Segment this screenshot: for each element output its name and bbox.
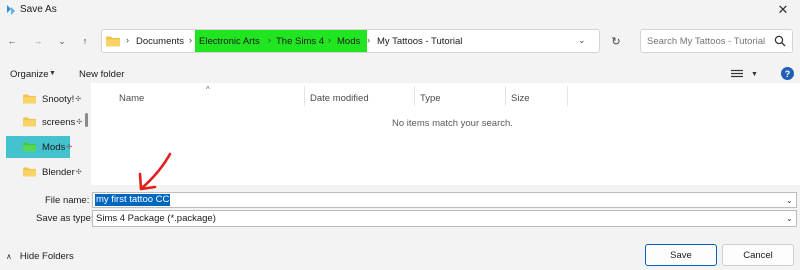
- sidebar-item-mods[interactable]: Mods ✣: [6, 138, 84, 156]
- hide-folders-button[interactable]: ∧ Hide Folders: [6, 251, 74, 262]
- column-header-date-modified[interactable]: Date modified: [310, 93, 369, 104]
- close-button[interactable]: ✕: [770, 1, 796, 19]
- help-icon[interactable]: ?: [781, 67, 794, 80]
- sidebar-item-label: Blender: [42, 166, 75, 178]
- column-header-name[interactable]: Name: [119, 93, 144, 104]
- breadcrumb-electronic-arts[interactable]: Electronic Arts: [199, 36, 260, 47]
- breadcrumb-separator: ›: [328, 35, 331, 45]
- breadcrumb-mods[interactable]: Mods: [337, 36, 360, 47]
- sidebar-item-screens[interactable]: screens ✣: [6, 113, 84, 131]
- column-divider[interactable]: [304, 86, 305, 106]
- empty-message: No items match your search.: [392, 118, 513, 129]
- chevron-down-icon[interactable]: ⌄: [786, 214, 793, 223]
- breadcrumb-documents[interactable]: Documents: [136, 36, 184, 47]
- pin-icon: ✣: [75, 96, 82, 103]
- sidebar-item-label: Mods: [42, 141, 66, 153]
- list-view-icon: [731, 69, 743, 78]
- search-input[interactable]: [647, 36, 772, 47]
- save-button[interactable]: Save: [645, 244, 717, 266]
- search-icon[interactable]: [774, 35, 786, 47]
- folder-icon: [23, 167, 36, 177]
- organize-menu[interactable]: Organize: [10, 69, 49, 80]
- new-folder-button[interactable]: New folder: [79, 69, 124, 80]
- breadcrumb-separator: ›: [268, 35, 271, 45]
- nav-scrollbar[interactable]: [85, 113, 88, 127]
- window-title: Save As: [20, 4, 57, 15]
- sort-ascending-icon: ^: [206, 85, 210, 94]
- column-divider[interactable]: [505, 86, 506, 106]
- recent-locations-button[interactable]: ⌄: [53, 32, 71, 50]
- pin-icon: ✣: [66, 144, 73, 151]
- file-name-field[interactable]: [92, 192, 797, 208]
- hide-folders-label: Hide Folders: [19, 251, 74, 262]
- save-as-type-label: Save as type:: [36, 213, 94, 224]
- view-options-button[interactable]: ▼: [731, 67, 763, 81]
- annotation-arrow-icon: [138, 152, 172, 191]
- file-name-label: File name:: [45, 195, 90, 206]
- cancel-button[interactable]: Cancel: [722, 244, 794, 266]
- save-as-type-value: Sims 4 Package (*.package): [96, 213, 216, 224]
- chevron-down-icon[interactable]: ⌄: [786, 196, 793, 205]
- folder-icon: [23, 142, 36, 152]
- breadcrumb-separator: ›: [189, 35, 192, 45]
- file-name-input[interactable]: my first tattoo CC: [95, 194, 171, 206]
- refresh-button[interactable]: ↻: [605, 31, 627, 51]
- column-divider[interactable]: [567, 86, 568, 106]
- chevron-down-icon: ▼: [751, 70, 758, 78]
- up-button[interactable]: ↑: [76, 32, 94, 50]
- breadcrumb-my-tattoos-tutorial[interactable]: My Tattoos - Tutorial: [377, 36, 462, 47]
- file-list[interactable]: [91, 83, 800, 185]
- pin-icon: ✣: [75, 169, 82, 176]
- breadcrumb-separator: ›: [126, 35, 129, 45]
- forward-button[interactable]: →: [29, 32, 47, 50]
- column-divider[interactable]: [414, 86, 415, 106]
- sidebar-item-snooty[interactable]: Snooty! ✣: [6, 90, 84, 108]
- folder-icon: [23, 117, 36, 127]
- pin-icon: ✣: [76, 119, 83, 126]
- sidebar-item-label: Snooty!: [42, 93, 75, 105]
- column-header-type[interactable]: Type: [420, 93, 441, 104]
- sidebar-item-label: screens: [42, 116, 76, 128]
- title-bar: [0, 0, 800, 20]
- save-as-app-icon: [7, 5, 15, 15]
- folder-icon: [106, 36, 120, 47]
- breadcrumb-the-sims-4[interactable]: The Sims 4: [276, 36, 324, 47]
- sidebar-item-blender[interactable]: Blender ✣: [6, 163, 84, 181]
- chevron-up-icon: ∧: [6, 252, 12, 261]
- folder-icon: [23, 94, 36, 104]
- address-dropdown-icon[interactable]: ⌄: [578, 35, 586, 46]
- chevron-down-icon[interactable]: ▼: [49, 70, 56, 77]
- breadcrumb-separator: ›: [367, 35, 370, 45]
- back-button[interactable]: ←: [3, 32, 21, 50]
- column-header-size[interactable]: Size: [511, 93, 529, 104]
